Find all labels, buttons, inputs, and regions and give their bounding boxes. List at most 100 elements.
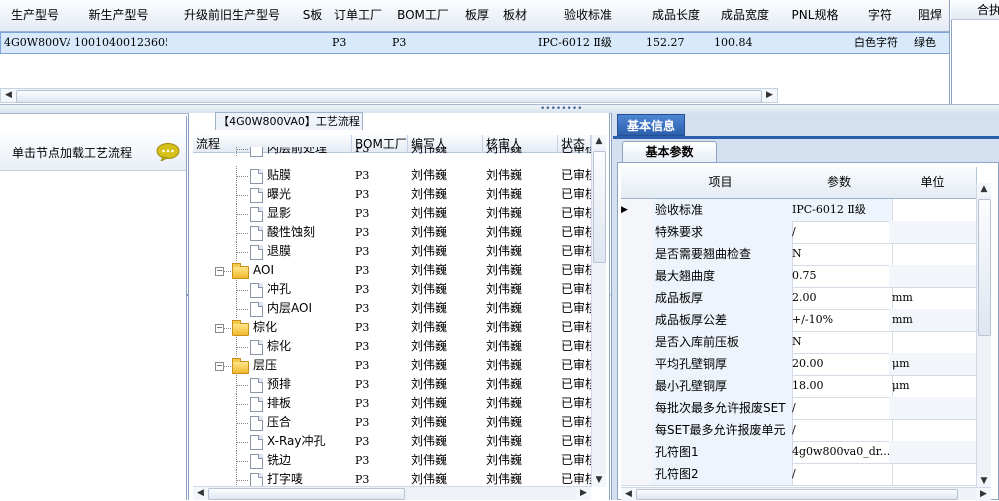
param-row[interactable]: 特殊要求 /: [621, 221, 979, 244]
flow-step-name: 显影: [267, 206, 292, 220]
param-value[interactable]: 18.00: [789, 375, 893, 398]
param-value[interactable]: 2.00: [789, 287, 893, 310]
param-row[interactable]: 每SET最多允许报废单元 /: [621, 419, 979, 442]
tree-row[interactable]: 内层前处理 P3 刘伟巍 刘伟巍 已审核: [193, 147, 591, 157]
scrollbar-thumb[interactable]: [978, 199, 991, 336]
grid-cell[interactable]: 白色字符: [850, 32, 915, 54]
collapse-node-icon[interactable]: −: [215, 362, 224, 371]
tree-row[interactable]: 显影 P3 刘伟巍 刘伟巍 已审核: [193, 204, 591, 223]
param-value[interactable]: 4g0w800va0_dr...: [789, 441, 893, 464]
collapse-node-icon[interactable]: −: [215, 324, 224, 333]
scroll-right-icon[interactable]: ▶: [976, 488, 991, 501]
tab-basic-info[interactable]: 基本信息: [617, 114, 685, 136]
column-header[interactable]: 板厚: [458, 0, 497, 32]
param-value[interactable]: /: [789, 221, 893, 244]
scrollbar-thumb[interactable]: [16, 90, 762, 103]
param-value[interactable]: /: [789, 463, 893, 486]
tree-row[interactable]: X-Ray冲孔 P3 刘伟巍 刘伟巍 已审核: [193, 432, 591, 451]
param-value[interactable]: N: [789, 331, 893, 354]
column-header[interactable]: S板: [297, 0, 329, 32]
tree-row[interactable]: 内层AOI P3 刘伟巍 刘伟巍 已审核: [193, 299, 591, 318]
scroll-left-icon[interactable]: ◀: [1, 89, 16, 102]
grid-cell[interactable]: 绿色: [910, 32, 949, 54]
param-column-header[interactable]: 单位: [889, 167, 977, 199]
grid-cell[interactable]: [780, 32, 855, 54]
grid-cell[interactable]: 152.27: [642, 32, 715, 54]
params-vertical-scrollbar[interactable]: ▲ ▼: [976, 183, 991, 488]
scroll-left-icon[interactable]: ◀: [621, 488, 636, 501]
param-row[interactable]: 是否需要翘曲检查 N: [621, 243, 979, 266]
column-header[interactable]: 成品长度: [642, 0, 711, 32]
column-header[interactable]: 成品宽度: [710, 0, 781, 32]
tree-row[interactable]: 冲孔 P3 刘伟巍 刘伟巍 已审核: [193, 280, 591, 299]
param-row[interactable]: ▶ 验收标准 IPC-6012 Ⅱ级: [621, 199, 979, 222]
column-header[interactable]: 验收标准: [534, 0, 643, 32]
scroll-up-icon[interactable]: ▲: [592, 135, 606, 148]
grid-cell[interactable]: 100.84: [710, 32, 785, 54]
param-value[interactable]: /: [789, 419, 893, 442]
param-row[interactable]: 平均孔壁铜厚 20.00 μm: [621, 353, 979, 376]
column-header[interactable]: 字符: [850, 0, 911, 32]
param-row[interactable]: 成品板厚公差 +/-10% mm: [621, 309, 979, 332]
grid-cell[interactable]: 10010400123605: [70, 32, 172, 54]
scroll-left-icon[interactable]: ◀: [193, 487, 208, 500]
grid-cell[interactable]: 4G0W800VA0: [0, 32, 75, 54]
scroll-right-icon[interactable]: ▶: [576, 487, 591, 500]
param-value[interactable]: +/-10%: [789, 309, 893, 332]
params-horizontal-scrollbar[interactable]: ◀ ▶: [621, 487, 991, 501]
tree-row[interactable]: − 棕化 P3 刘伟巍 刘伟巍 已审核: [193, 318, 591, 337]
tree-row[interactable]: − 层压 P3 刘伟巍 刘伟巍 已审核: [193, 356, 591, 375]
scrollbar-thumb[interactable]: [636, 489, 958, 500]
tree-row[interactable]: 曝光 P3 刘伟巍 刘伟巍 已审核: [193, 185, 591, 204]
collapse-node-icon[interactable]: −: [215, 267, 224, 276]
tree-vertical-scrollbar[interactable]: ▲ ▼: [591, 135, 606, 487]
grid-cell[interactable]: IPC-6012 Ⅱ级: [534, 32, 647, 54]
column-header[interactable]: 订单工厂: [328, 0, 389, 32]
param-row[interactable]: 成品板厚 2.00 mm: [621, 287, 979, 310]
param-row[interactable]: 最大翘曲度 0.75: [621, 265, 979, 288]
scroll-right-icon[interactable]: ▶: [762, 89, 777, 102]
column-header[interactable]: 新生产型号: [70, 0, 168, 32]
param-row[interactable]: 孔符图1 4g0w800va0_dr...: [621, 441, 979, 464]
scroll-down-icon[interactable]: ▼: [592, 474, 606, 487]
tree-row[interactable]: 排板 P3 刘伟巍 刘伟巍 已审核: [193, 394, 591, 413]
param-row[interactable]: 每批次最多允许报废SET /: [621, 397, 979, 420]
grid-cell[interactable]: [496, 32, 539, 54]
tree-horizontal-scrollbar[interactable]: ◀ ▶: [193, 486, 591, 500]
tree-row[interactable]: 铣边 P3 刘伟巍 刘伟巍 已审核: [193, 451, 591, 470]
column-header[interactable]: PNL规格: [780, 0, 851, 32]
param-value[interactable]: /: [789, 397, 893, 420]
process-flow-tab[interactable]: 【4G0W800VA0】工艺流程: [215, 112, 363, 130]
tree-row[interactable]: 贴膜 P3 刘伟巍 刘伟巍 已审核: [193, 166, 591, 185]
param-row[interactable]: 孔符图2/: [621, 463, 979, 486]
param-value[interactable]: 20.00: [789, 353, 893, 376]
column-header[interactable]: 板材: [496, 0, 535, 32]
column-header[interactable]: 升级前旧生产型号: [167, 0, 298, 32]
tree-row[interactable]: 棕化 P3 刘伟巍 刘伟巍 已审核: [193, 337, 591, 356]
grid-cell[interactable]: P3: [328, 32, 393, 54]
scroll-up-icon[interactable]: ▲: [977, 183, 991, 196]
grid-cell[interactable]: P3: [388, 32, 463, 54]
column-header[interactable]: BOM工厂: [388, 0, 459, 32]
column-header[interactable]: 生产型号: [0, 0, 71, 32]
scrollbar-thumb[interactable]: [593, 151, 606, 263]
param-row[interactable]: 最小孔壁铜厚 18.00 μm: [621, 375, 979, 398]
param-value[interactable]: 0.75: [789, 265, 893, 288]
scrollbar-thumb[interactable]: [208, 488, 405, 500]
tree-row[interactable]: 压合 P3 刘伟巍 刘伟巍 已审核: [193, 413, 591, 432]
top-grid-horizontal-scrollbar[interactable]: ◀ ▶: [0, 88, 778, 103]
param-value[interactable]: IPC-6012 Ⅱ级: [789, 199, 893, 222]
tree-row[interactable]: 退膜 P3 刘伟巍 刘伟巍 已审核: [193, 242, 591, 261]
param-value[interactable]: N: [789, 243, 893, 266]
param-column-header[interactable]: 项目: [652, 167, 790, 199]
grid-cell[interactable]: [458, 32, 501, 54]
param-row[interactable]: 是否入库前压板 N: [621, 331, 979, 354]
tab-basic-params[interactable]: 基本参数: [622, 141, 717, 163]
left-panel-header[interactable]: 单击节点加载工艺流程: [0, 130, 186, 171]
grid-cell[interactable]: [167, 32, 302, 54]
tree-row[interactable]: − AOI P3 刘伟巍 刘伟巍 已审核: [193, 261, 591, 280]
tree-row[interactable]: 预排 P3 刘伟巍 刘伟巍 已审核: [193, 375, 591, 394]
column-header[interactable]: 阻焊: [910, 0, 949, 32]
param-column-header[interactable]: 参数: [789, 167, 890, 199]
tree-row[interactable]: 酸性蚀刻 P3 刘伟巍 刘伟巍 已审核: [193, 223, 591, 242]
